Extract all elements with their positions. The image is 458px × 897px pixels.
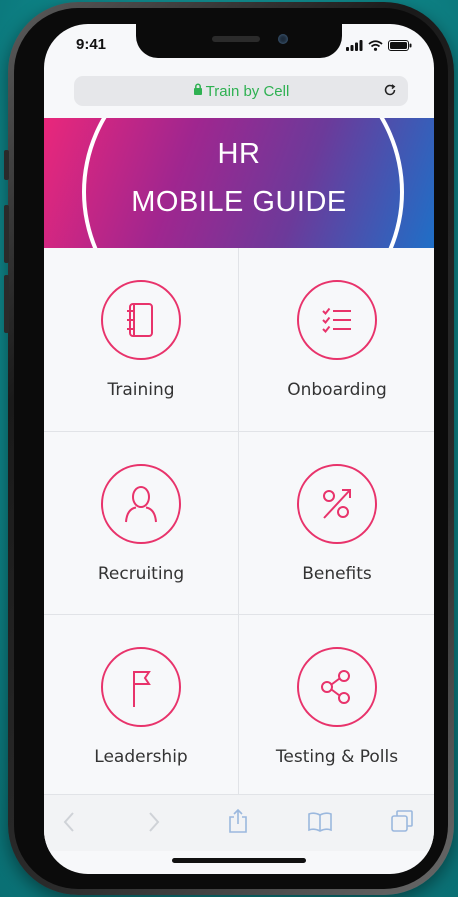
hero-banner: HR MOBILE GUIDE	[44, 118, 434, 248]
tabs-icon[interactable]	[390, 809, 414, 838]
status-icons	[346, 38, 412, 56]
forward-arrow-icon[interactable]	[147, 811, 161, 838]
menu-tile-label: Recruiting	[97, 564, 185, 584]
menu-tile-label: Benefits	[302, 564, 372, 584]
wifi-icon	[368, 38, 383, 56]
battery-icon	[388, 38, 412, 56]
phone-screen: 9:41 Train by Cell HR MOBILE GUIDE Train…	[44, 24, 434, 874]
address-bar[interactable]: Train by Cell	[74, 76, 408, 106]
menu-tile-testing-polls[interactable]: Testing & Polls	[240, 615, 434, 797]
checklist-icon	[297, 280, 377, 360]
person-icon	[101, 464, 181, 544]
percent-icon	[297, 464, 377, 544]
speaker-grille	[212, 36, 260, 42]
url-text: Train by Cell	[205, 82, 290, 100]
home-indicator[interactable]	[172, 858, 306, 863]
notch	[136, 24, 342, 58]
browser-toolbar	[44, 794, 434, 851]
notebook-icon	[101, 280, 181, 360]
volume-down-button	[4, 275, 9, 333]
menu-grid: Training Onboarding Recruiting Benefits …	[44, 248, 434, 797]
status-time: 9:41	[76, 36, 107, 53]
menu-tile-label: Testing & Polls	[275, 747, 399, 767]
mute-switch	[4, 150, 9, 180]
share-icon	[297, 647, 377, 727]
menu-tile-benefits[interactable]: Benefits	[240, 432, 434, 614]
menu-tile-recruiting[interactable]: Recruiting	[44, 432, 238, 614]
share-upload-icon[interactable]	[227, 808, 249, 839]
volume-up-button	[4, 205, 9, 263]
menu-tile-label: Leadership	[94, 747, 188, 767]
banner-title-line1: HR	[217, 138, 261, 170]
lock-icon	[193, 82, 203, 100]
front-camera	[278, 34, 288, 44]
menu-tile-onboarding[interactable]: Onboarding	[240, 248, 434, 430]
menu-tile-label: Training	[107, 380, 175, 400]
banner-title-line2: MOBILE GUIDE	[131, 186, 347, 218]
menu-tile-label: Onboarding	[287, 380, 387, 400]
cellular-signal-icon	[346, 38, 363, 56]
back-arrow-icon[interactable]	[62, 811, 76, 838]
reload-icon[interactable]	[382, 82, 398, 103]
menu-tile-leadership[interactable]: Leadership	[44, 615, 238, 797]
grid-divider-vertical	[238, 248, 239, 794]
flag-icon	[101, 647, 181, 727]
bookmarks-icon[interactable]	[307, 811, 333, 838]
menu-tile-training[interactable]: Training	[44, 248, 238, 430]
